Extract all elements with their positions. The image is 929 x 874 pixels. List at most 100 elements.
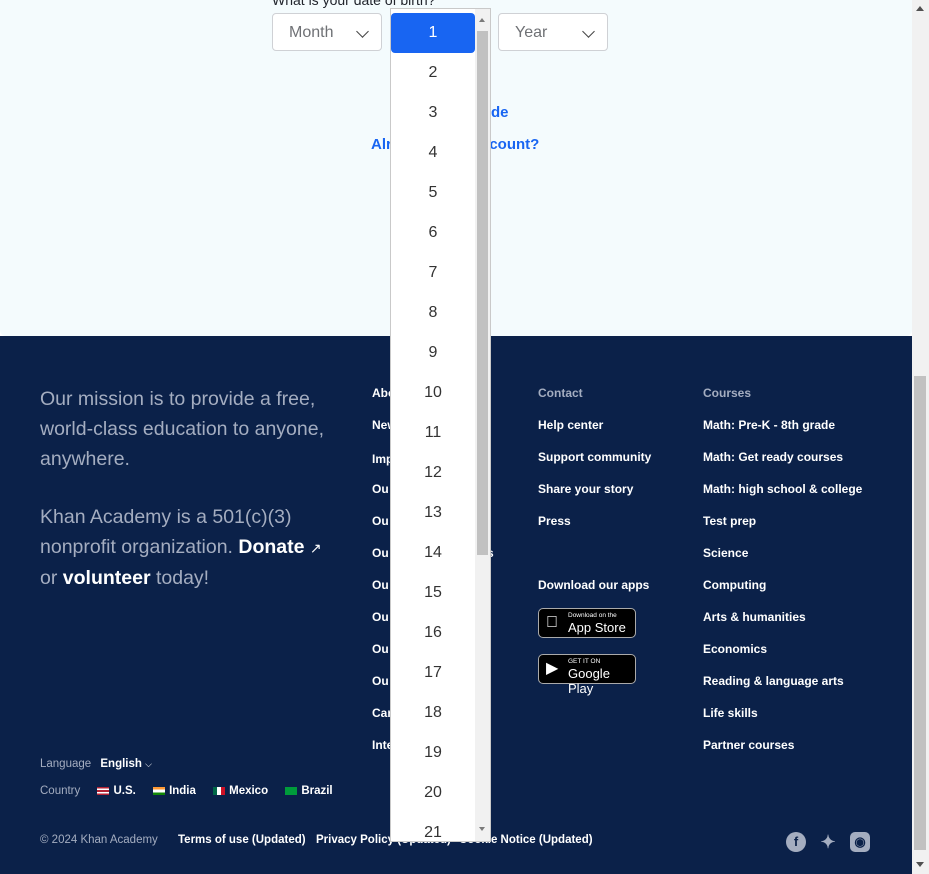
course-link[interactable]: Economics — [703, 642, 767, 656]
day-option[interactable]: 16 — [391, 613, 475, 653]
country-us-link[interactable]: U.S. — [113, 785, 135, 797]
about-item[interactable]: Ou — [372, 482, 389, 496]
share-story-link[interactable]: Share your story — [538, 482, 633, 496]
apps-heading: Download our apps — [538, 578, 650, 592]
day-option[interactable]: 15 — [391, 573, 475, 613]
instagram-icon[interactable]: ◉ — [850, 832, 870, 852]
about-item[interactable]: Ou — [372, 610, 389, 624]
month-placeholder: Month — [289, 24, 334, 41]
day-option[interactable]: 12 — [391, 453, 475, 493]
terms-link[interactable]: Terms of use (Updated) — [178, 834, 306, 846]
day-option[interactable]: 7 — [391, 253, 475, 293]
day-option[interactable]: 19 — [391, 733, 475, 773]
country-row: Country U.S. India Mexico Brazil — [40, 785, 333, 797]
country-india-link[interactable]: India — [169, 785, 196, 797]
day-option[interactable]: 9 — [391, 333, 475, 373]
course-link[interactable]: Life skills — [703, 706, 758, 720]
page-scrollbar-thumb[interactable] — [914, 376, 926, 850]
day-option[interactable]: 10 — [391, 373, 475, 413]
chevron-down-icon: ⌵ — [145, 759, 152, 769]
brazil-flag-icon — [285, 786, 298, 795]
course-link[interactable]: Math: Get ready courses — [703, 450, 843, 464]
scroll-up-arrow-icon[interactable] — [479, 18, 485, 22]
day-option[interactable]: 6 — [391, 213, 475, 253]
volunteer-link[interactable]: volunteer — [63, 567, 151, 589]
course-link[interactable]: Math: Pre-K - 8th grade — [703, 418, 835, 432]
day-option[interactable]: 4 — [391, 133, 475, 173]
day-option[interactable]: 13 — [391, 493, 475, 533]
language-label: Language — [40, 758, 92, 770]
chevron-down-icon — [582, 25, 595, 38]
scroll-up-arrow-icon[interactable] — [916, 6, 924, 11]
about-item[interactable]: Ou — [372, 578, 389, 592]
day-option[interactable]: 1 — [391, 13, 475, 53]
copyright: © 2024 Khan Academy — [40, 834, 158, 846]
course-link[interactable]: Science — [703, 546, 748, 560]
year-select[interactable]: Year — [498, 13, 608, 51]
login-link-left[interactable]: Alr — [371, 136, 392, 153]
day-options: 1 2 3 4 5 6 7 8 9 10 11 12 13 14 15 16 17 18 19 20 21 — [391, 9, 475, 841]
dob-label: What is your date of birth? — [272, 0, 436, 8]
india-flag-icon — [153, 786, 166, 795]
day-dropdown-scrollbar[interactable] — [475, 9, 490, 841]
day-option[interactable]: 3 — [391, 93, 475, 133]
language-select[interactable]: English — [100, 758, 142, 770]
course-link[interactable]: Arts & humanities — [703, 610, 806, 624]
donate-link[interactable]: Donate — [238, 536, 304, 558]
mission-text: Our mission is to provide a free, world-… — [40, 388, 324, 470]
mexico-flag-icon — [213, 786, 226, 795]
day-option[interactable]: 11 — [391, 413, 475, 453]
today-text: today! — [155, 567, 210, 589]
country-label: Country — [40, 785, 81, 797]
day-option[interactable]: 14 — [391, 533, 475, 573]
scroll-down-arrow-icon[interactable] — [479, 827, 485, 831]
about-item[interactable]: Ou — [372, 546, 389, 560]
privacy-link-left: Privacy Policy ( — [316, 834, 402, 846]
app-store-button[interactable]:  Download on the App Store — [538, 608, 636, 638]
external-link-icon: ↗ — [309, 540, 322, 556]
day-option[interactable]: 5 — [391, 173, 475, 213]
grade-link[interactable]: de — [491, 104, 509, 121]
support-community-link[interactable]: Support community — [538, 450, 651, 464]
courses-heading: Courses — [703, 386, 752, 400]
app-store-small: Download on the — [568, 612, 617, 619]
day-dropdown-scrollbar-thumb[interactable] — [477, 31, 488, 555]
about-item[interactable]: Ou — [372, 674, 389, 688]
day-option[interactable]: 17 — [391, 653, 475, 693]
year-placeholder: Year — [515, 24, 548, 41]
scroll-down-arrow-icon[interactable] — [916, 862, 924, 867]
help-center-link[interactable]: Help center — [538, 418, 603, 432]
day-option[interactable]: 20 — [391, 773, 475, 813]
course-link[interactable]: Partner courses — [703, 738, 794, 752]
about-item[interactable]: Ou — [372, 514, 389, 528]
about-item[interactable]: Car — [372, 706, 392, 720]
country-brazil-link[interactable]: Brazil — [301, 785, 332, 797]
google-play-button[interactable]: ▶ GET IT ON Google Play — [538, 654, 636, 696]
day-option[interactable]: 8 — [391, 293, 475, 333]
page-scrollbar[interactable] — [912, 0, 929, 874]
facebook-icon[interactable]: f — [786, 832, 806, 852]
press-link[interactable]: Press — [538, 514, 571, 528]
us-flag-icon — [97, 786, 110, 795]
day-dropdown-list[interactable]: 1 2 3 4 5 6 7 8 9 10 11 12 13 14 15 16 17 18 19 20 21 — [390, 8, 491, 842]
month-select[interactable]: Month — [272, 13, 382, 51]
chevron-down-icon — [356, 25, 369, 38]
nonprofit-text: Khan Academy is a 501(c)(3) nonprofit or… — [40, 502, 340, 593]
app-store-big: App Store — [568, 620, 626, 635]
about-item[interactable]: Ou — [372, 642, 389, 656]
day-option[interactable]: 18 — [391, 693, 475, 733]
google-play-big: Google Play — [568, 666, 610, 696]
day-option[interactable]: 21 — [391, 813, 475, 841]
google-play-icon: ▶ — [546, 660, 559, 677]
course-link[interactable]: Math: high school & college — [703, 482, 862, 496]
google-play-small: GET IT ON — [568, 658, 601, 665]
course-link[interactable]: Reading & language arts — [703, 674, 844, 688]
course-link[interactable]: Computing — [703, 578, 766, 592]
day-option[interactable]: 2 — [391, 53, 475, 93]
course-link[interactable]: Test prep — [703, 514, 756, 528]
twitter-icon[interactable]: ✦ — [818, 832, 838, 852]
contact-heading: Contact — [538, 386, 583, 400]
or-text: or — [40, 567, 58, 589]
apple-icon:  — [546, 615, 562, 631]
country-mexico-link[interactable]: Mexico — [229, 785, 268, 797]
